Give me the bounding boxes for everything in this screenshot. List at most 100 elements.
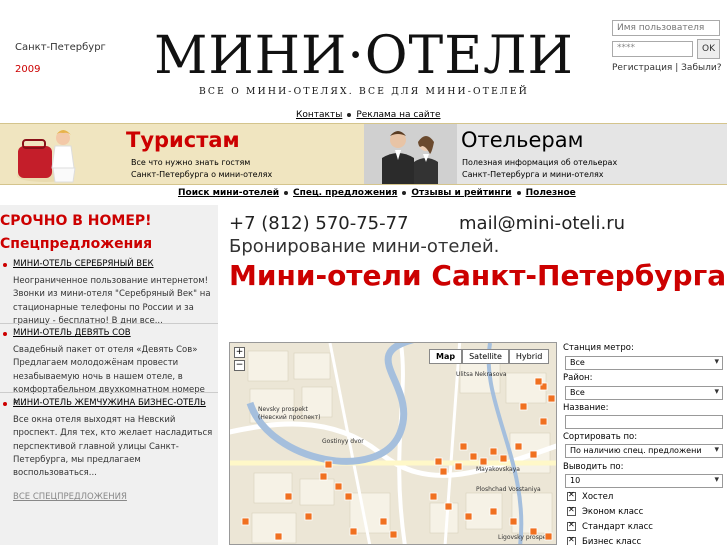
bullet-icon [402,190,407,195]
nav-search[interactable]: Поиск мини-отелей [178,188,279,198]
logo-subtitle: ВСЕ О МИНИ-ОТЕЛЯХ. ВСЕ ДЛЯ МИНИ-ОТЕЛЕЙ [198,86,530,97]
class-label: Стандарт класс [582,522,653,532]
nav-useful[interactable]: Полезное [526,188,576,198]
bullet-icon [284,190,289,195]
hotel-marker[interactable] [489,447,498,456]
all-offers-link[interactable]: ВСЕ СПЕЦПРЕДЛОЖЕНИЯ [13,492,127,502]
hotel-marker[interactable] [379,517,388,526]
zoom-in-button[interactable]: + [234,347,245,358]
hotel-marker[interactable] [534,377,543,386]
map-type-satellite[interactable]: Satellite [462,349,509,364]
hotels-map[interactable]: Nevsky prospekt (Невский проспект) Gosti… [229,342,557,545]
nav-offers[interactable]: Спец. предложения [293,188,397,198]
urgent-heading[interactable]: СРОЧНО В НОМЕР! [0,213,152,229]
map-type-hybrid[interactable]: Hybrid [508,349,550,364]
hotel-marker[interactable] [547,394,556,403]
email-address[interactable]: mail@mini-oteli.ru [459,213,625,234]
show-select[interactable]: 10 [565,474,723,488]
hoteliers-title[interactable]: Отельерам [461,128,583,152]
checkbox-checked-icon[interactable] [567,490,576,501]
hotel-marker[interactable] [241,517,250,526]
site-logo[interactable]: МИНИ·ОТЕЛИ ВСЕ О МИНИ-ОТЕЛЯХ. ВСЕ ДЛЯ МИ… [142,20,586,108]
hotel-marker[interactable] [509,517,518,526]
register-link[interactable]: Регистрация [612,63,672,73]
sort-label: Сортировать по: [563,432,638,442]
hotel-marker[interactable] [284,492,293,501]
contacts-link[interactable]: Контакты [296,110,342,120]
offer-title-link[interactable]: МИНИ-ОТЕЛЬ ДЕВЯТЬ СОВ [0,328,218,338]
class-label: Эконом класс [582,507,644,517]
checkbox-checked-icon[interactable] [567,520,576,531]
hotel-marker[interactable] [274,532,283,541]
offer-text: Все окна отеля выходят на Невский проспе… [13,415,213,479]
hotel-marker[interactable] [464,512,473,521]
map-label-gostinyy: Gostinyy dvor [322,438,364,445]
zoom-control[interactable]: + − [234,347,245,373]
zoom-out-button[interactable]: − [234,360,245,371]
class-label: Хостел [582,492,614,502]
offer-title-link[interactable]: МИНИ-ОТЕЛЬ СЕРЕБРЯНЫЙ ВЕК [0,259,218,269]
offer-text: Неограниченное пользование интернетом! З… [13,276,211,326]
hotel-marker[interactable] [489,507,498,516]
name-label: Название: [563,403,609,413]
hotel-filter: Станция метро: Все Район: Все Название: … [563,343,727,545]
offers-heading[interactable]: Спецпредложения [0,236,152,252]
hotel-marker[interactable] [389,530,398,539]
year-label: 2009 [15,64,41,75]
tourists-title[interactable]: Туристам [126,128,240,152]
metro-select[interactable]: Все [565,356,723,370]
district-select[interactable]: Все [565,386,723,400]
login-ok-button[interactable]: OK [697,39,720,59]
hoteliers-desc-line: Полезная информация об отельерах [462,158,618,167]
hotel-marker[interactable] [429,492,438,501]
booking-subtitle: Бронирование мини-отелей. [229,236,500,257]
tourists-description: Все что нужно знать гостям Санкт-Петербу… [131,157,272,181]
hotel-marker[interactable] [454,462,463,471]
checkbox-checked-icon[interactable] [567,535,576,545]
hotel-marker[interactable] [434,457,443,466]
hotel-marker[interactable] [334,482,343,491]
hotel-marker[interactable] [444,502,453,511]
hoteliers-description: Полезная информация об отельерах Санкт-П… [462,157,617,181]
metro-label: Станция метро: [563,343,634,353]
password-input[interactable]: **** [612,41,693,57]
class-checkbox-economy[interactable]: Эконом класс [567,505,644,517]
hotel-marker[interactable] [319,472,328,481]
hotel-marker[interactable] [499,454,508,463]
sort-select[interactable]: По наличию спец. предложени [565,444,723,458]
hotel-marker[interactable] [304,512,313,521]
name-input[interactable] [565,415,723,429]
hotel-marker[interactable] [324,460,333,469]
username-input[interactable] [612,20,720,36]
hotel-marker[interactable] [514,442,523,451]
forgot-link[interactable]: Забыли? [681,63,721,73]
checkbox-checked-icon[interactable] [567,505,576,516]
hotel-marker[interactable] [349,527,358,536]
hotel-marker[interactable] [439,467,448,476]
hotel-marker[interactable] [529,527,538,536]
map-canvas[interactable]: Nevsky prospekt (Невский проспект) Gosti… [230,343,557,545]
hotel-marker[interactable] [469,452,478,461]
offer-item: МИНИ-ОТЕЛЬ СЕРЕБРЯНЫЙ ВЕК Неограниченное… [0,259,218,328]
section-nav: Поиск мини-отелей Спец. предложения Отзывы… [178,188,576,198]
offer-divider [0,392,218,393]
hotel-marker[interactable] [459,442,468,451]
tourists-desc-line: Все что нужно знать гостям [131,158,251,167]
class-checkbox-business[interactable]: Бизнес класс [567,535,641,545]
ads-link[interactable]: Реклама на сайте [356,110,440,120]
offer-title-link[interactable]: МИНИ-ОТЕЛЬ ЖЕМЧУЖИНА БИЗНЕС-ОТЕЛЬ [0,398,218,408]
map-type-map[interactable]: Map [429,349,463,364]
hotel-marker[interactable] [344,492,353,501]
hotel-marker[interactable] [519,402,528,411]
map-type-switcher: Map Satellite Hybrid [429,349,550,364]
hotel-marker[interactable] [529,450,538,459]
hotel-marker[interactable] [539,417,548,426]
class-checkbox-standard[interactable]: Стандарт класс [567,520,653,532]
hotel-marker[interactable] [544,532,553,541]
logo-title: МИНИ·ОТЕЛИ [154,26,574,86]
login-links: Регистрация | Забыли? [612,63,721,73]
class-checkbox-hostel[interactable]: Хостел [567,490,614,502]
hotel-marker[interactable] [479,457,488,466]
bullet-icon [347,112,352,117]
nav-reviews[interactable]: Отзывы и рейтинги [411,188,511,198]
